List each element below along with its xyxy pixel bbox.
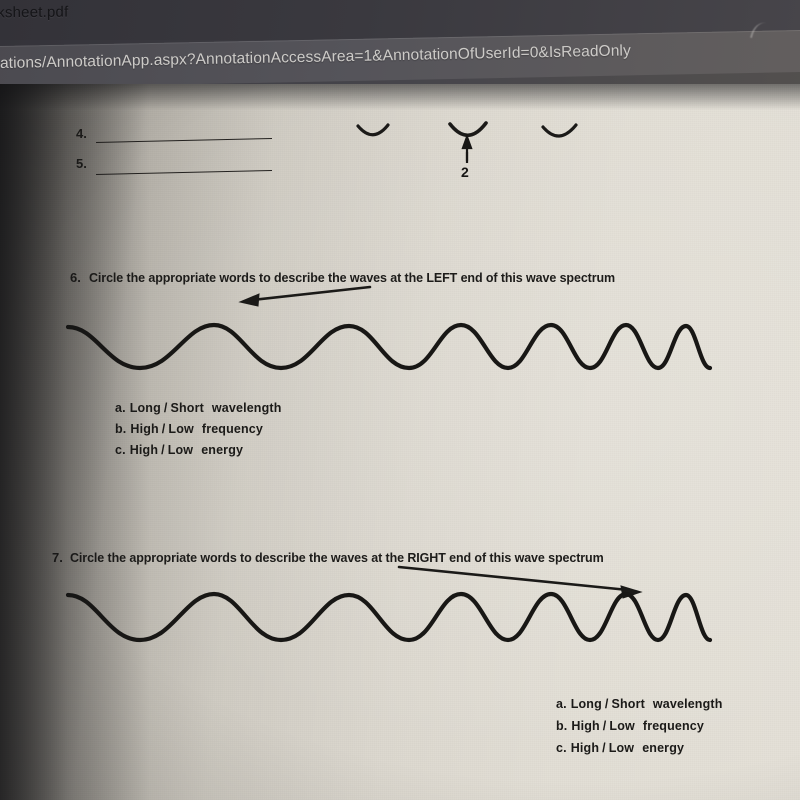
- option-separator: /: [602, 719, 607, 733]
- question-6-option-a[interactable]: a. Long / Short wavelength: [115, 401, 281, 415]
- option-word-2[interactable]: Low: [609, 719, 634, 733]
- option-term: frequency: [642, 719, 704, 733]
- question-7-option-a[interactable]: a. Long / Short wavelength: [556, 697, 722, 711]
- screenshot-root: rksheet.pdf ations/AnnotationApp.aspx?An…: [0, 0, 800, 800]
- question-6-option-b[interactable]: b. High / Low frequency: [115, 422, 263, 436]
- question-5-number: 5.: [76, 156, 87, 171]
- question-6-number: 6.: [70, 270, 81, 285]
- option-separator: /: [604, 697, 609, 711]
- paper-vignette: [0, 84, 800, 800]
- question-6-text: Circle the appropriate words to describe…: [89, 271, 616, 285]
- worksheet-page: [0, 84, 800, 800]
- option-label: a.: [556, 697, 567, 711]
- option-label: c.: [115, 443, 126, 457]
- option-word-2[interactable]: Short: [171, 401, 204, 415]
- question-7-text: Circle the appropriate words to describe…: [70, 551, 604, 565]
- option-word-1[interactable]: High: [130, 443, 158, 457]
- option-word-2[interactable]: Short: [612, 697, 645, 711]
- option-label: b.: [556, 719, 568, 733]
- option-separator: /: [602, 741, 606, 755]
- option-word-2[interactable]: Low: [609, 741, 634, 755]
- option-separator: /: [161, 443, 165, 457]
- option-term: energy: [642, 741, 685, 755]
- option-word-1[interactable]: High: [130, 422, 158, 436]
- option-word-2[interactable]: Low: [168, 443, 193, 457]
- option-label: a.: [115, 401, 126, 415]
- option-separator: /: [161, 422, 166, 436]
- option-term: energy: [201, 443, 244, 457]
- option-term: wavelength: [652, 697, 723, 711]
- option-word-1[interactable]: Long: [571, 697, 602, 711]
- question-7-option-b[interactable]: b. High / Low frequency: [556, 719, 704, 733]
- option-word-2[interactable]: Low: [168, 422, 193, 436]
- question-6-option-c[interactable]: c. High / Low energy: [115, 443, 243, 457]
- paper-texture: [0, 84, 800, 800]
- option-word-1[interactable]: High: [571, 741, 599, 755]
- option-term: wavelength: [211, 401, 282, 415]
- question-7-option-c[interactable]: c. High / Low energy: [556, 741, 684, 755]
- option-separator: /: [163, 401, 168, 415]
- option-word-1[interactable]: High: [571, 719, 599, 733]
- trough-diagram-label: 2: [461, 164, 469, 180]
- question-7-number: 7.: [52, 550, 63, 565]
- question-4-number: 4.: [76, 126, 87, 141]
- option-label: c.: [556, 741, 567, 755]
- option-label: b.: [115, 422, 127, 436]
- browser-tab-title[interactable]: rksheet.pdf: [0, 4, 69, 22]
- option-term: frequency: [201, 422, 263, 436]
- browser-url-text: ations/AnnotationApp.aspx?AnnotationAcce…: [0, 42, 632, 73]
- option-word-1[interactable]: Long: [130, 401, 161, 415]
